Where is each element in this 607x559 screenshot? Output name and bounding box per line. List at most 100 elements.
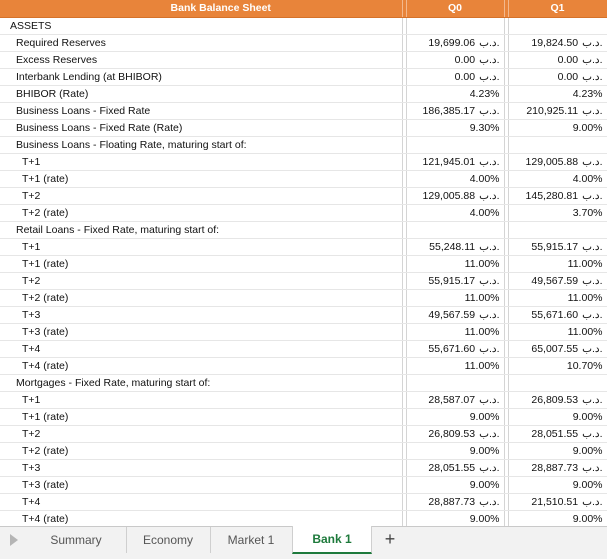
q0-value-cell[interactable]: 9.30% — [406, 118, 505, 137]
row-label-cell[interactable]: T+1 (rate) — [0, 408, 403, 426]
q1-value-cell[interactable]: 210,925.11 د.ب. — [508, 101, 607, 120]
q1-value-cell[interactable] — [508, 17, 607, 35]
q0-value-cell[interactable]: 28,051.55 د.ب. — [406, 458, 505, 477]
q1-value-cell[interactable]: 9.00% — [508, 509, 607, 526]
q0-value-cell[interactable]: 49,567.59 د.ب. — [406, 305, 505, 324]
row-label-cell[interactable]: ASSETS — [0, 17, 403, 35]
q0-value-cell[interactable]: 55,248.11 د.ب. — [406, 237, 505, 256]
q0-value-cell[interactable]: 28,887.73 د.ب. — [406, 492, 505, 511]
spreadsheet-grid[interactable]: Bank Balance Sheet Q0 Q1 ASSETS Required … — [0, 0, 607, 526]
row-label-cell[interactable]: T+2 (rate) — [0, 289, 403, 307]
row-label-cell[interactable]: T+2 (rate) — [0, 442, 403, 460]
q1-value-cell[interactable]: 129,005.88 د.ب. — [508, 152, 607, 171]
q1-value-cell[interactable]: 11.00% — [508, 288, 607, 307]
q1-value-cell[interactable]: 11.00% — [508, 254, 607, 273]
q1-value-cell[interactable]: 49,567.59 د.ب. — [508, 271, 607, 290]
q0-value-cell[interactable] — [406, 374, 505, 392]
q1-value-cell[interactable]: 28,051.55 د.ب. — [508, 424, 607, 443]
q0-value-cell[interactable]: 28,587.07 د.ب. — [406, 390, 505, 409]
row-label-cell[interactable]: T+4 (rate) — [0, 357, 403, 375]
q1-value-cell[interactable]: 145,280.81 د.ب. — [508, 186, 607, 205]
q1-value-cell[interactable]: 55,915.17 د.ب. — [508, 237, 607, 256]
row-label-cell[interactable]: Business Loans - Fixed Rate — [0, 102, 403, 120]
q0-value-cell[interactable]: 186,385.17 د.ب. — [406, 101, 505, 120]
row-label-cell[interactable]: Retail Loans - Fixed Rate, maturing star… — [0, 221, 403, 239]
row-label-cell[interactable]: Mortgages - Fixed Rate, maturing start o… — [0, 374, 403, 392]
q0-value-cell[interactable]: 4.23% — [406, 84, 505, 103]
row-label-cell[interactable]: Business Loans - Floating Rate, maturing… — [0, 136, 403, 154]
add-sheet-icon[interactable]: + — [378, 527, 402, 553]
row-label-cell[interactable]: Interbank Lending (at BHIBOR) — [0, 68, 403, 86]
q1-value-cell[interactable] — [508, 374, 607, 392]
q1-value-cell[interactable]: 26,809.53 د.ب. — [508, 390, 607, 409]
q1-value-cell[interactable]: 9.00% — [508, 118, 607, 137]
q1-value-cell[interactable] — [508, 136, 607, 154]
row-label-cell[interactable]: T+2 — [0, 272, 403, 290]
row-label-cell[interactable]: T+2 — [0, 425, 403, 443]
q0-value-cell[interactable]: 9.00% — [406, 509, 505, 526]
scroll-tabs-left-icon[interactable] — [10, 534, 18, 546]
row-label-cell[interactable]: T+3 (rate) — [0, 323, 403, 341]
row-label-cell[interactable]: BHIBOR (Rate) — [0, 85, 403, 103]
q0-value-cell[interactable]: 11.00% — [406, 254, 505, 273]
tab-bank-1[interactable]: Bank 1 — [292, 526, 372, 554]
row-label-cell[interactable]: T+1 — [0, 391, 403, 409]
q0-value-cell[interactable] — [406, 221, 505, 239]
q1-value-cell[interactable]: 21,510.51 د.ب. — [508, 492, 607, 511]
q0-value-cell[interactable] — [406, 136, 505, 154]
q1-value-cell[interactable]: 55,671.60 د.ب. — [508, 305, 607, 324]
row-label-cell[interactable]: Required Reserves — [0, 34, 403, 52]
row-label-cell[interactable]: T+3 — [0, 459, 403, 477]
q0-value-cell[interactable]: 11.00% — [406, 356, 505, 375]
row-label-cell[interactable]: T+4 (rate) — [0, 510, 403, 526]
row-label-cell[interactable]: T+4 — [0, 493, 403, 511]
q1-value-cell[interactable]: 10.70% — [508, 356, 607, 375]
q0-value-cell[interactable]: 55,671.60 د.ب. — [406, 339, 505, 358]
q0-value-cell[interactable]: 0.00 د.ب. — [406, 50, 505, 69]
q0-value-cell[interactable]: 9.00% — [406, 441, 505, 460]
q1-value-cell[interactable]: 11.00% — [508, 322, 607, 341]
row-label-cell[interactable]: T+2 (rate) — [0, 204, 403, 222]
header-title-cell[interactable]: Bank Balance Sheet — [0, 0, 403, 18]
q1-value-cell[interactable]: 65,007.55 د.ب. — [508, 339, 607, 358]
row-label-cell[interactable]: Business Loans - Fixed Rate (Rate) — [0, 119, 403, 137]
row-label-cell[interactable]: T+1 (rate) — [0, 170, 403, 188]
header-q0-cell[interactable]: Q0 — [406, 0, 505, 18]
q0-value-cell[interactable]: 9.00% — [406, 475, 505, 494]
q1-value-cell[interactable]: 9.00% — [508, 475, 607, 494]
q0-value-cell[interactable]: 121,945.01 د.ب. — [406, 152, 505, 171]
q1-value-cell[interactable]: 28,887.73 د.ب. — [508, 458, 607, 477]
q0-value-cell[interactable] — [406, 17, 505, 35]
q0-value-cell[interactable]: 129,005.88 د.ب. — [406, 186, 505, 205]
row-label-cell[interactable]: T+3 (rate) — [0, 476, 403, 494]
q0-value-cell[interactable]: 4.00% — [406, 203, 505, 222]
q0-value-cell[interactable]: 4.00% — [406, 169, 505, 188]
q0-value-cell[interactable]: 19,699.06 د.ب. — [406, 33, 505, 52]
row-label-cell[interactable]: T+4 — [0, 340, 403, 358]
header-q1-cell[interactable]: Q1 — [508, 0, 607, 18]
q0-value-cell[interactable]: 26,809.53 د.ب. — [406, 424, 505, 443]
row-label-cell[interactable]: T+1 — [0, 238, 403, 256]
q1-value-cell[interactable]: 4.23% — [508, 84, 607, 103]
q0-value-cell[interactable]: 11.00% — [406, 288, 505, 307]
tab-summary[interactable]: Summary — [26, 527, 127, 553]
tab-market-1[interactable]: Market 1 — [210, 527, 293, 553]
row-label-cell[interactable]: Excess Reserves — [0, 51, 403, 69]
q1-value-cell[interactable]: 9.00% — [508, 407, 607, 426]
q0-value-cell[interactable]: 9.00% — [406, 407, 505, 426]
q0-value-cell[interactable]: 0.00 د.ب. — [406, 67, 505, 86]
q1-value-cell[interactable]: 4.00% — [508, 169, 607, 188]
q0-value-cell[interactable]: 55,915.17 د.ب. — [406, 271, 505, 290]
q1-value-cell[interactable]: 3.70% — [508, 203, 607, 222]
tab-economy[interactable]: Economy — [126, 527, 211, 553]
q1-value-cell[interactable]: 0.00 د.ب. — [508, 67, 607, 86]
q1-value-cell[interactable] — [508, 221, 607, 239]
q1-value-cell[interactable]: 9.00% — [508, 441, 607, 460]
q1-value-cell[interactable]: 19,824.50 د.ب. — [508, 33, 607, 52]
row-label-cell[interactable]: T+3 — [0, 306, 403, 324]
q0-value-cell[interactable]: 11.00% — [406, 322, 505, 341]
q1-value-cell[interactable]: 0.00 د.ب. — [508, 50, 607, 69]
row-label-cell[interactable]: T+1 (rate) — [0, 255, 403, 273]
row-label-cell[interactable]: T+2 — [0, 187, 403, 205]
row-label-cell[interactable]: T+1 — [0, 153, 403, 171]
